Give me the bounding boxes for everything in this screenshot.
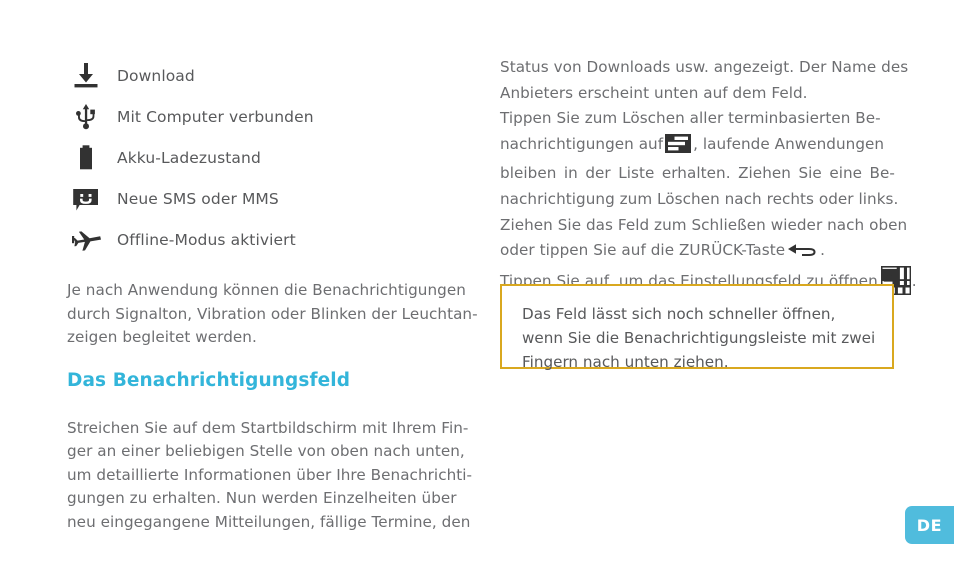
justified-line: bleiben in der Liste erhalten. Ziehen Sie eine B… (500, 161, 895, 187)
clear-notifications-icon (665, 133, 692, 162)
tip-callout-box: Das Feld lässt sich noch schneller öffne… (500, 284, 894, 371)
word: erhalten. (661, 164, 731, 183)
text-line: Je nach Anwendung können die Benachricht… (67, 281, 466, 299)
text-line: Status von Downloads usw. angezeigt. Der… (500, 58, 909, 76)
status-icon-legend: Download Mit Computer verbunden Akku-Lad… (67, 55, 467, 260)
text-line: Das Feld lässt sich noch schneller öffne… (522, 305, 836, 323)
word: Sie (798, 164, 822, 183)
download-icon (67, 61, 117, 91)
text-fragment: nachrichtigungen auf (500, 134, 664, 153)
text-line: durch Signalton, Vibration oder Blinken … (67, 304, 478, 323)
legend-row: Neue SMS oder MMS (67, 178, 467, 219)
text-fragment: . (911, 271, 917, 290)
text-fragment: , laufende Anwendungen (693, 134, 885, 153)
text-line: Streichen Sie auf dem Startbildschirm mi… (67, 418, 469, 437)
legend-row: Mit Computer verbunden (67, 96, 467, 137)
legend-label: Download (117, 66, 195, 85)
legend-row: Download (67, 55, 467, 96)
legend-row: Akku-Ladezustand (67, 137, 467, 178)
sms-message-icon (67, 184, 117, 214)
text-line-with-clear-icon: nachrichtigungen auf , laufende Anwendun… (500, 132, 898, 162)
language-badge: DE (905, 506, 954, 544)
text-line-with-back-icon: oder tippen Sie auf die ZURÜCK-Taste . (500, 238, 898, 266)
manual-page: Download Mit Computer verbunden Akku-Lad… (0, 0, 954, 565)
section-heading: Das Benachrichtigungsfeld (67, 369, 351, 391)
text-line: Ziehen Sie das Feld zum Schließen wieder… (500, 215, 908, 234)
text-line: zeigen begleitet werden. (67, 328, 257, 346)
word: Ziehen (738, 164, 791, 183)
legend-label: Neue SMS oder MMS (117, 189, 279, 208)
text-line: Fingern nach unten ziehen. (522, 353, 729, 371)
text-line: neu eingegangene Mitteilungen, fällige T… (67, 512, 471, 531)
back-arrow-icon (787, 240, 817, 266)
word: Liste (618, 164, 655, 183)
legend-label: Offline-Modus aktiviert (117, 230, 296, 249)
text-fragment: oder tippen Sie auf die ZURÜCK-Taste (500, 241, 786, 260)
text-line: nachrichtigung zum Löschen nach rechts o… (500, 189, 899, 208)
text-fragment: . (820, 241, 825, 260)
battery-icon (67, 143, 117, 173)
left-paragraph-2: Streichen Sie auf dem Startbildschirm mi… (67, 417, 473, 535)
text-line: gungen zu erhalten. Nun werden Einzelhei… (67, 489, 457, 507)
text-line: Anbieters erscheint unten auf dem Feld. (500, 83, 808, 102)
text-line: wenn Sie die Benachrichtigungsleiste mit… (522, 329, 876, 347)
left-paragraph-1: Je nach Anwendung können die Benachricht… (67, 279, 478, 350)
word: in (563, 164, 578, 183)
right-paragraph: Status von Downloads usw. angezeigt. Der… (500, 55, 917, 303)
legend-row: Offline-Modus aktiviert (67, 219, 467, 260)
airplane-mode-icon (67, 225, 117, 255)
text-line: ger an einer beliebigen Stelle von oben … (67, 442, 465, 460)
legend-label: Akku-Ladezustand (117, 148, 261, 167)
tip-text: Das Feld lässt sich noch schneller öffne… (502, 286, 892, 374)
usb-icon (67, 102, 117, 132)
text-line: bleiben in der Liste erhalten. Ziehen Sie eine B… (500, 161, 898, 187)
word: der (585, 164, 611, 183)
text-line: Tippen Sie zum Löschen aller terminbasie… (500, 109, 881, 128)
word: bleiben (500, 164, 557, 183)
word: eine (829, 164, 863, 183)
left-column: Download Mit Computer verbunden Akku-Lad… (67, 55, 478, 535)
right-column: Status von Downloads usw. angezeigt. Der… (500, 55, 917, 303)
text-line: um detaillierte Informationen über Ihre … (67, 465, 473, 484)
legend-label: Mit Computer verbunden (117, 107, 314, 126)
word: Be- (869, 164, 895, 183)
